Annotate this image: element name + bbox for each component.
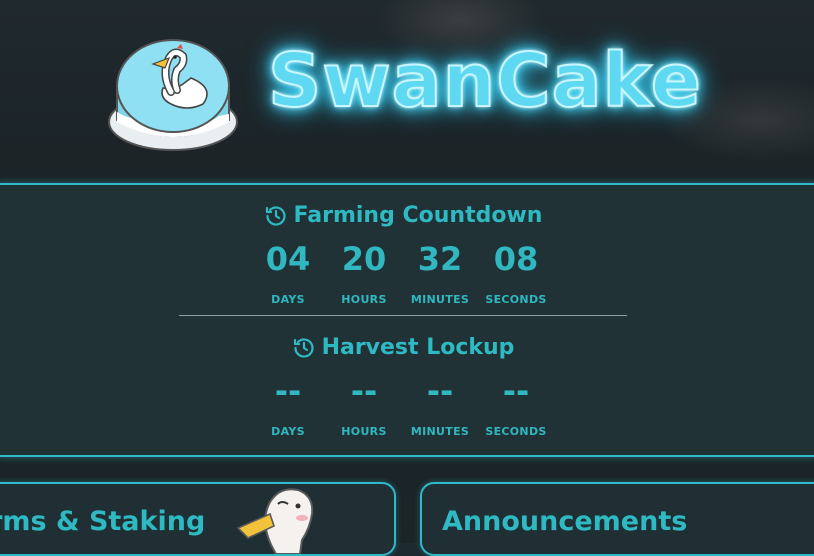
timer-unit-days: -- DAYS xyxy=(250,373,326,438)
timer-unit-minutes: 32 MINUTES xyxy=(402,241,478,306)
timer-unit-seconds: 08 SECONDS xyxy=(478,241,554,306)
timer-unit-hours: -- HOURS xyxy=(326,373,402,438)
timer-unit-days: 04 DAYS xyxy=(250,241,326,306)
announcements-title: Announcements xyxy=(442,506,688,537)
timer-unit-seconds: -- SECONDS xyxy=(478,373,554,438)
history-clock-icon xyxy=(265,205,286,226)
seconds-label: SECONDS xyxy=(485,425,547,438)
header: SwanCake xyxy=(0,0,814,185)
days-value: -- xyxy=(274,372,302,410)
farming-countdown-timer: 04 DAYS 20 HOURS 32 MINUTES 08 SECONDS xyxy=(250,241,560,306)
timer-unit-hours: 20 HOURS xyxy=(326,241,402,306)
hours-value: 20 xyxy=(341,240,387,278)
swan-cake-logo[interactable] xyxy=(103,30,243,158)
section-divider xyxy=(179,315,627,316)
minutes-value: 32 xyxy=(417,240,463,278)
seconds-value: 08 xyxy=(493,240,539,278)
days-label: DAYS xyxy=(271,293,305,306)
harvest-lockup-title: Harvest Lockup xyxy=(321,335,515,360)
farms-staking-title: Farms & Staking xyxy=(0,506,206,537)
announcements-card[interactable]: Announcements xyxy=(420,482,814,556)
minutes-label: MINUTES xyxy=(410,293,470,306)
history-clock-icon xyxy=(293,337,314,358)
days-value: 04 xyxy=(265,240,311,278)
seconds-value: -- xyxy=(502,372,530,410)
minutes-label: MINUTES xyxy=(410,425,470,438)
hours-label: HOURS xyxy=(341,293,387,306)
countdown-panel: Farming Countdown 04 DAYS 20 HOURS 32 MI… xyxy=(0,183,814,457)
hours-value: -- xyxy=(350,372,378,410)
brand-title: SwanCake xyxy=(267,37,702,125)
seconds-label: SECONDS xyxy=(485,293,547,306)
timer-unit-minutes: -- MINUTES xyxy=(402,373,478,438)
days-label: DAYS xyxy=(271,425,305,438)
farming-countdown-title: Farming Countdown xyxy=(293,203,543,228)
minutes-value: -- xyxy=(426,372,454,410)
hours-label: HOURS xyxy=(341,425,387,438)
harvest-lockup-timer: -- DAYS -- HOURS -- MINUTES -- SECONDS xyxy=(250,373,560,438)
swan-mascot-icon xyxy=(236,488,314,554)
farming-countdown-heading: Farming Countdown xyxy=(0,203,810,228)
harvest-lockup-heading: Harvest Lockup xyxy=(0,335,810,360)
farms-staking-card[interactable]: Farms & Staking xyxy=(0,482,396,556)
